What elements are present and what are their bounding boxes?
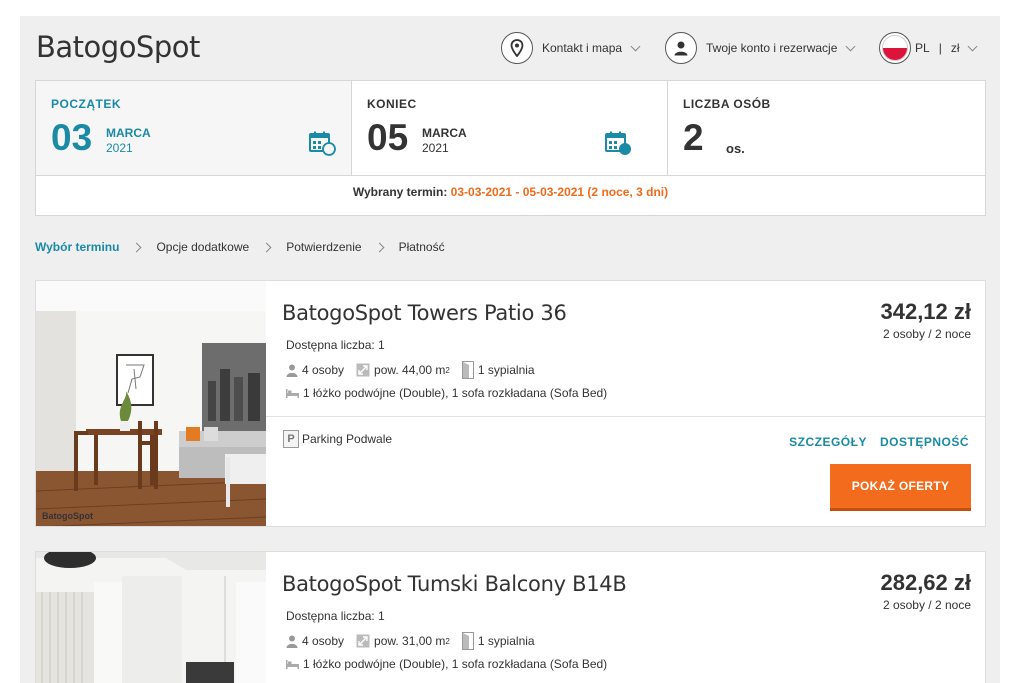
door-icon	[461, 361, 474, 379]
feature-area: pow. 31,00 m2	[356, 634, 450, 648]
location-pin-icon	[501, 32, 533, 64]
listing-availability: Dostępna liczba: 1	[286, 609, 385, 623]
listing-beds-label: 1 łóżko podwójne (Double), 1 sofa rozkła…	[303, 386, 608, 400]
calendar-icon[interactable]	[309, 131, 337, 157]
feature-area: pow. 44,00 m2	[356, 363, 450, 377]
feature-bedrooms-label: 1 sypialnia	[477, 363, 535, 377]
start-month: MARCA	[106, 126, 151, 140]
feature-persons: 4 osoby	[286, 363, 344, 377]
photo-watermark: BatogoSpot	[42, 511, 93, 521]
guests-field[interactable]: LICZBA OSÓB 2 os.	[668, 81, 985, 176]
chevron-down-icon	[630, 41, 641, 51]
bed-icon	[286, 659, 299, 669]
listing-photo[interactable]: BatogoSpot	[36, 281, 266, 526]
end-date-field[interactable]: KONIEC 05 MARCA 2021	[352, 81, 668, 176]
guests-label: LICZBA OSÓB	[683, 97, 771, 111]
listing-beds: 1 łóżko podwójne (Double), 1 sofa rozkła…	[286, 386, 607, 400]
guests-unit: os.	[726, 141, 745, 156]
end-year: 2021	[422, 141, 449, 155]
listing-photo[interactable]	[36, 552, 266, 683]
poland-flag-icon	[879, 32, 911, 64]
listing-card: BatogoSpot BatogoSpot Towers Patio 36 34…	[35, 280, 986, 527]
listing-features: 4 osoby pow. 31,00 m2 1 sypialnia	[286, 632, 547, 650]
breadcrumb-step-payment: Płatność	[398, 240, 445, 254]
start-date-label: POCZĄTEK	[51, 97, 121, 111]
chevron-right-icon	[132, 242, 142, 252]
end-month: MARCA	[422, 126, 467, 140]
divider	[266, 416, 985, 417]
person-icon	[286, 364, 298, 377]
area-icon	[356, 634, 370, 648]
chevron-right-icon	[374, 242, 385, 252]
feature-bedrooms: 1 sypialnia	[461, 632, 535, 650]
end-day: 05	[367, 117, 409, 158]
selected-term-value: 03-03-2021 - 05-03-2021 (2 noce, 3 dni)	[450, 185, 669, 199]
details-link[interactable]: SZCZEGÓŁY	[789, 435, 867, 449]
feature-persons-label: 4 osoby	[302, 363, 345, 377]
language-separator: |	[938, 41, 942, 55]
person-icon	[286, 635, 298, 648]
start-day: 03	[51, 117, 93, 158]
selected-term-label: Wybrany termin:	[352, 185, 448, 199]
bed-icon	[286, 388, 299, 398]
show-offers-button[interactable]: POKAŻ OFERTY	[830, 464, 971, 511]
logo[interactable]: BatogoSpot	[36, 30, 200, 64]
listing-parking: P Parking Podwale	[283, 430, 392, 448]
feature-area-sup: 2	[445, 365, 450, 375]
chevron-right-icon	[261, 242, 272, 252]
listing-price: 282,62 zł	[880, 570, 971, 595]
listing-links: SZCZEGÓŁY DOSTĘPNOŚĆ	[776, 435, 969, 449]
listing-title[interactable]: BatogoSpot Tumski Balcony B14B	[282, 572, 627, 596]
feature-bedrooms: 1 sypialnia	[461, 361, 535, 379]
listing-beds: 1 łóżko podwójne (Double), 1 sofa rozkła…	[286, 657, 607, 671]
listing-price-for: 2 osoby / 2 noce	[882, 327, 971, 341]
listing-price-for: 2 osoby / 2 noce	[882, 598, 971, 612]
chevron-down-icon	[968, 41, 978, 51]
listing-features: 4 osoby pow. 44,00 m2 1 sypialnia	[286, 361, 547, 379]
feature-area-label: pow. 44,00 m	[374, 363, 446, 377]
user-icon	[665, 32, 697, 64]
page-canvas: BatogoSpot Kontakt i mapa Twoje konto i …	[20, 16, 1000, 683]
listing-beds-label: 1 łóżko podwójne (Double), 1 sofa rozkła…	[303, 657, 608, 671]
language-currency-select[interactable]: PL | zł	[879, 32, 978, 64]
breadcrumb: Wybór terminu Opcje dodatkowe Potwierdze…	[35, 240, 445, 254]
area-icon	[356, 363, 370, 377]
feature-persons: 4 osoby	[286, 634, 344, 648]
feature-persons-label: 4 osoby	[302, 634, 345, 648]
guests-count: 2	[683, 117, 704, 158]
account-label: Twoje konto i rezerwacje	[706, 41, 838, 55]
currency-label: zł	[950, 41, 960, 55]
contact-map-label: Kontakt i mapa	[542, 41, 623, 55]
feature-area-label: pow. 31,00 m	[374, 634, 446, 648]
language-label: PL	[915, 41, 930, 55]
listing-availability: Dostępna liczba: 1	[286, 338, 385, 352]
breadcrumb-step-term[interactable]: Wybór terminu	[35, 240, 119, 254]
listing-price: 342,12 zł	[880, 299, 971, 324]
chevron-down-icon	[845, 41, 856, 51]
contact-map-link[interactable]: Kontakt i mapa	[501, 32, 641, 64]
start-date-field[interactable]: POCZĄTEK 03 MARCA 2021	[36, 81, 352, 176]
account-link[interactable]: Twoje konto i rezerwacje	[665, 32, 856, 64]
listing-card: BatogoSpot Tumski Balcony B14B 282,62 zł…	[35, 551, 986, 683]
feature-bedrooms-label: 1 sypialnia	[477, 634, 535, 648]
listing-title[interactable]: BatogoSpot Towers Patio 36	[282, 301, 567, 325]
breadcrumb-step-confirmation: Potwierdzenie	[286, 240, 362, 254]
breadcrumb-step-options: Opcje dodatkowe	[156, 240, 250, 254]
parking-icon: P	[283, 430, 299, 448]
start-year: 2021	[106, 141, 133, 155]
availability-link[interactable]: DOSTĘPNOŚĆ	[880, 435, 969, 449]
selected-term: Wybrany termin: 03-03-2021 - 05-03-2021 …	[36, 185, 985, 199]
end-date-label: KONIEC	[367, 97, 417, 111]
header: BatogoSpot Kontakt i mapa Twoje konto i …	[20, 16, 1000, 80]
listing-parking-label: Parking Podwale	[302, 432, 393, 446]
calendar-icon[interactable]	[605, 131, 633, 157]
feature-area-sup: 2	[445, 636, 450, 646]
door-icon	[461, 632, 474, 650]
date-panel: POCZĄTEK 03 MARCA 2021 KONIEC 05 MARCA 2…	[35, 80, 986, 216]
